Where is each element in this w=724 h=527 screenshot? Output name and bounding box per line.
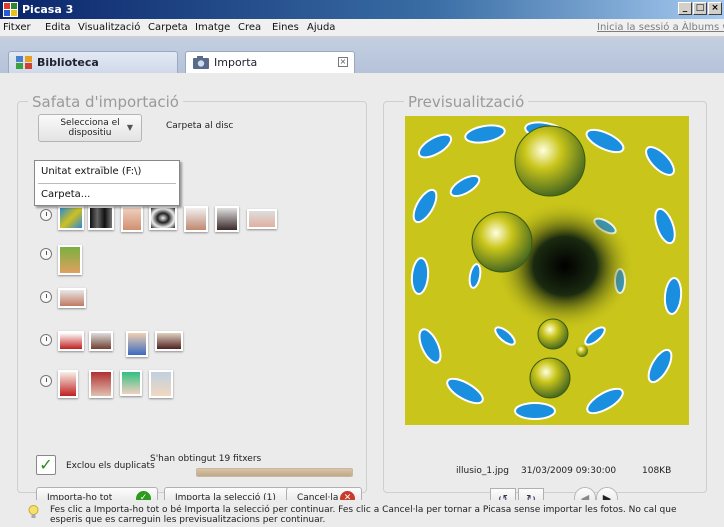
clock-icon <box>40 248 52 260</box>
device-select[interactable]: Selecciona el dispositiu ▼ <box>38 114 142 142</box>
import-tray-title: Safata d'importació <box>28 93 183 111</box>
tab-library-label: Biblioteca <box>37 56 99 69</box>
camera-import-icon <box>193 56 209 69</box>
dropdown-item-folder[interactable]: Carpeta... <box>41 189 90 200</box>
exclude-duplicates-label: Exclou els duplicats <box>66 461 155 471</box>
device-dropdown-menu: Unitat extraïble (F:\) Carpeta... <box>34 160 180 206</box>
library-icon <box>16 56 32 69</box>
preview-filesize: 108KB <box>642 466 672 476</box>
window-title: Picasa 3 <box>22 3 74 16</box>
dropdown-item-removable-drive[interactable]: Unitat extraïble (F:\) <box>41 166 141 177</box>
thumbnail[interactable] <box>58 370 78 398</box>
preview-panel: Previsualització illusio_1.jpg 31/03/200… <box>383 93 707 511</box>
preview-date: 31/03/2009 09:30:00 <box>521 466 617 476</box>
clock-icon <box>40 375 52 387</box>
tab-import[interactable]: Importa × <box>185 51 355 73</box>
hint-text: Fes clic a Importa-ho tot o bé Importa l… <box>50 505 677 525</box>
thumbnail[interactable] <box>89 331 113 351</box>
hint-bar: Fes clic a Importa-ho tot o bé Importa l… <box>0 500 724 527</box>
files-found-status: S'han obtingut 19 fitxers <box>150 454 262 464</box>
import-tray-panel: Safata d'importació Selecciona el dispos… <box>17 93 367 509</box>
device-select-label: Selecciona el dispositiu <box>60 118 120 138</box>
thumbnail[interactable] <box>247 209 277 229</box>
picasa-icon <box>3 2 18 17</box>
thumbnail[interactable] <box>120 370 142 396</box>
close-button[interactable]: × <box>708 2 722 15</box>
clock-icon <box>40 209 52 221</box>
menu-view[interactable]: Visualització <box>78 22 140 33</box>
tab-import-label: Importa <box>214 56 258 69</box>
dropdown-divider <box>38 183 176 184</box>
clock-icon <box>40 334 52 346</box>
illusion-image <box>405 116 689 425</box>
tab-close-icon[interactable]: × <box>338 57 348 67</box>
folder-on-disk-label: Carpeta al disc <box>166 121 234 131</box>
import-progress-bar <box>196 468 353 477</box>
workspace: Safata d'importació Selecciona el dispos… <box>0 73 724 511</box>
preview-filename: illusio_1.jpg <box>456 466 509 476</box>
thumbnail[interactable] <box>58 206 84 230</box>
preview-image <box>405 116 689 425</box>
lightbulb-icon <box>28 505 39 518</box>
preview-title: Previsualització <box>404 93 529 111</box>
menu-image[interactable]: Imatge <box>195 22 230 33</box>
thumbnail[interactable] <box>121 206 143 232</box>
menu-folder[interactable]: Carpeta <box>148 22 188 33</box>
tab-library[interactable]: Biblioteca <box>8 51 178 73</box>
menu-help[interactable]: Ajuda <box>307 22 335 33</box>
thumbnail[interactable] <box>126 331 148 357</box>
thumbnail[interactable] <box>58 331 84 351</box>
clock-icon <box>40 291 52 303</box>
minimize-button[interactable]: _ <box>678 2 692 15</box>
thumbnail[interactable] <box>58 288 86 308</box>
tab-strip: Biblioteca Importa × <box>0 37 724 73</box>
maximize-button[interactable]: □ <box>693 2 707 15</box>
progress-fill <box>197 469 352 476</box>
menu-edit[interactable]: Edita <box>45 22 71 33</box>
chevron-down-icon: ▼ <box>126 123 133 132</box>
menu-file[interactable]: Fitxer <box>3 22 31 33</box>
thumbnail[interactable] <box>184 206 208 232</box>
exclude-duplicates-checkbox[interactable]: ✓ <box>36 455 56 475</box>
thumbnail[interactable] <box>215 206 239 232</box>
menu-tools[interactable]: Eines <box>272 22 299 33</box>
thumbnail[interactable] <box>88 206 114 230</box>
thumbnail[interactable] <box>149 206 177 230</box>
signin-link[interactable]: Inicia la sessió a Àlbums web <box>597 22 724 33</box>
thumbnail[interactable] <box>149 370 173 398</box>
thumbnail[interactable] <box>155 331 183 351</box>
menu-bar: Fitxer Edita Visualització Carpeta Imatg… <box>0 19 724 37</box>
title-bar: Picasa 3 _ □ × <box>0 0 724 19</box>
menu-create[interactable]: Crea <box>238 22 261 33</box>
thumbnail[interactable] <box>58 245 82 275</box>
thumbnail[interactable] <box>89 370 113 398</box>
